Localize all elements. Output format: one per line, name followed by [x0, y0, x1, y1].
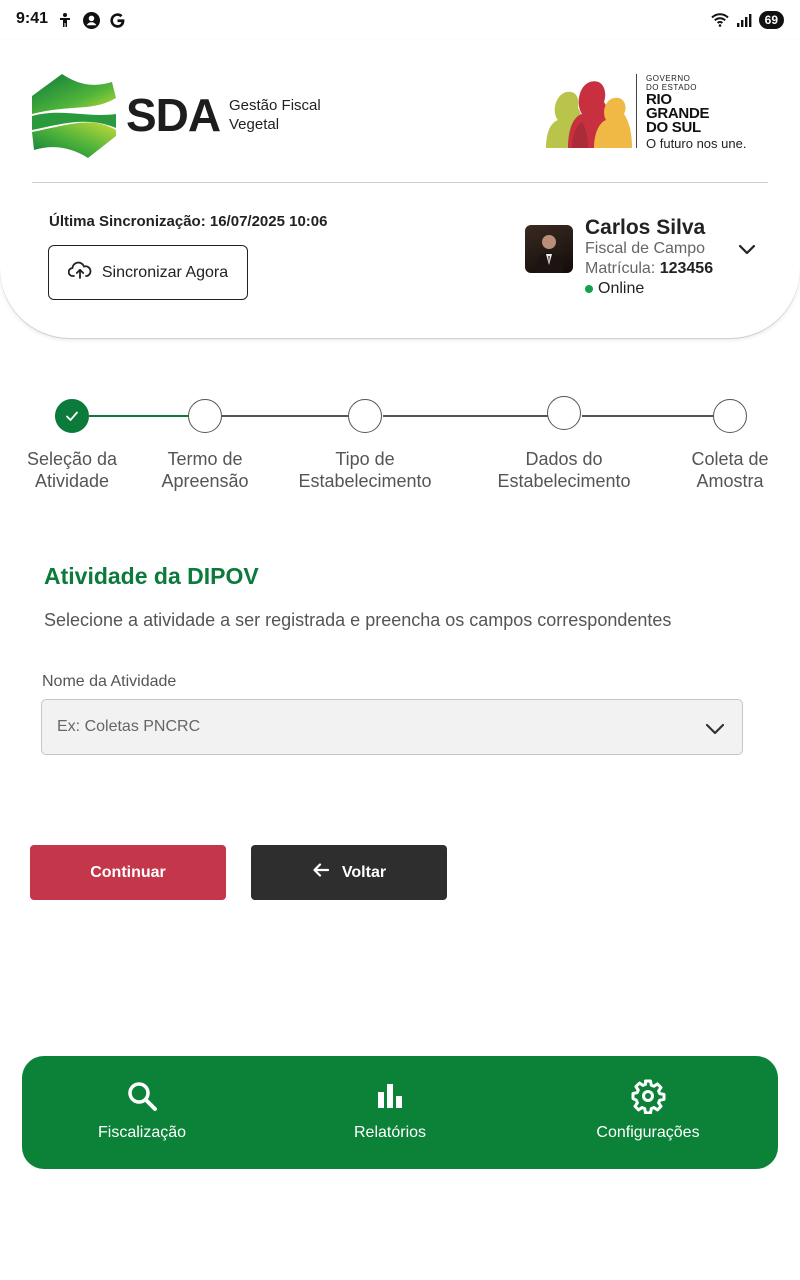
check-icon: [66, 411, 78, 421]
header-divider: [32, 182, 768, 183]
online-dot-icon: [585, 285, 593, 293]
user-name: Carlos Silva: [585, 216, 706, 239]
activity-field-label: Nome da Atividade: [42, 673, 177, 690]
google-icon: [108, 11, 126, 29]
user-registration: Matrícula: 123456: [585, 260, 713, 278]
step-5-label-line2: Amostra: [696, 471, 764, 491]
account-circle-icon: [82, 11, 100, 29]
cloud-upload-icon: [67, 260, 92, 285]
step-3-circle: [348, 399, 382, 433]
brand-subtitle-line2: Vegetal: [229, 116, 280, 133]
registration-value: 123456: [659, 260, 714, 277]
step-3-label-line1: Tipo de: [335, 449, 395, 469]
sync-now-button[interactable]: Sincronizar Agora: [48, 245, 248, 300]
government-label-line1: GOVERNO: [646, 74, 691, 83]
step-1-circle: [55, 399, 89, 433]
avatar[interactable]: [525, 225, 573, 273]
signal-icon: [735, 11, 753, 29]
activity-select[interactable]: Ex: Coletas PNCRC: [41, 699, 743, 755]
user-status-label: Online: [598, 280, 645, 297]
state-name-line3: DO SUL: [646, 119, 701, 136]
brand-subtitle: Gestão Fiscal Vegetal: [229, 96, 321, 134]
nav-item-label: Configurações: [596, 1124, 700, 1141]
last-sync-text: Última Sincronização: 16/07/2025 10:06: [49, 213, 328, 230]
chevron-down-icon: [704, 717, 726, 739]
step-connector-2: [222, 415, 348, 417]
brand-subtitle-line1: Gestão Fiscal: [229, 97, 321, 114]
step-2-label-line1: Termo de: [167, 449, 243, 469]
wifi-icon: [710, 11, 729, 29]
step-5-label-line1: Coleta de: [691, 449, 769, 469]
back-button-label: Voltar: [341, 863, 387, 881]
step-connector-3: [383, 415, 548, 417]
section-description: Selecione a atividade a ser registrada e…: [44, 610, 672, 630]
step-connector-4: [582, 415, 714, 417]
step-4-label: Dados do Estabelecimento: [484, 448, 644, 492]
step-4-label-line2: Estabelecimento: [497, 471, 631, 491]
step-5-label: Coleta de Amostra: [650, 448, 800, 492]
step-3-label: Tipo de Estabelecimento: [285, 448, 445, 492]
step-2-label: Termo de Apreensão: [125, 448, 285, 492]
accessibility-icon: [56, 11, 74, 29]
government-logo-divider: [636, 74, 637, 148]
user-role: Fiscal de Campo: [585, 240, 706, 257]
step-3-label-line2: Estabelecimento: [298, 471, 432, 491]
status-bar: 9:41 69: [0, 0, 800, 40]
sda-logo-icon: [32, 74, 116, 158]
gear-icon: [630, 1078, 666, 1115]
nav-item-configuracoes[interactable]: Configurações: [548, 1078, 748, 1142]
government-label: GOVERNO DO ESTADO: [646, 74, 697, 92]
nav-item-label: Fiscalização: [97, 1124, 187, 1141]
state-name: RIO GRANDE DO SUL: [646, 92, 710, 136]
step-5-circle: [713, 399, 747, 433]
continue-button[interactable]: Continuar: [30, 845, 226, 900]
step-4-circle: [547, 396, 581, 430]
brand-name: SDA: [126, 89, 221, 141]
sync-now-label: Sincronizar Agora: [101, 263, 229, 281]
bar-chart-icon: [372, 1078, 408, 1114]
government-tagline: O futuro nos une.: [646, 136, 747, 151]
battery-indicator: 69: [758, 11, 784, 29]
bottom-navigation: Fiscalização Relatórios Configurações: [22, 1056, 778, 1169]
progress-stepper: Seleção da Atividade Termo de Apreensão …: [0, 390, 800, 500]
step-2-circle: [188, 399, 222, 433]
activity-select-placeholder: Ex: Coletas PNCRC: [57, 718, 201, 735]
status-time: 9:41: [16, 10, 49, 27]
user-menu-chevron-down-icon[interactable]: [737, 239, 757, 259]
government-logo-icon: [542, 72, 634, 152]
nav-item-relatorios[interactable]: Relatórios: [290, 1078, 490, 1142]
header-card: SDA Gestão Fiscal Vegetal GOVERNO DO EST…: [0, 40, 800, 338]
step-connector-1: [89, 415, 189, 417]
section-title: Atividade da DIPOV: [44, 563, 259, 589]
user-status: Online: [585, 280, 644, 298]
step-4-label-line1: Dados do: [525, 449, 603, 469]
nav-item-label: Relatórios: [353, 1124, 427, 1141]
search-icon: [124, 1078, 160, 1114]
nav-item-fiscalizacao[interactable]: Fiscalização: [42, 1078, 242, 1142]
registration-label: Matrícula:: [585, 260, 656, 277]
continue-button-label: Continuar: [90, 863, 166, 881]
arrow-left-icon: [312, 863, 330, 882]
step-2-label-line2: Apreensão: [161, 471, 249, 491]
back-button[interactable]: Voltar: [251, 845, 447, 900]
